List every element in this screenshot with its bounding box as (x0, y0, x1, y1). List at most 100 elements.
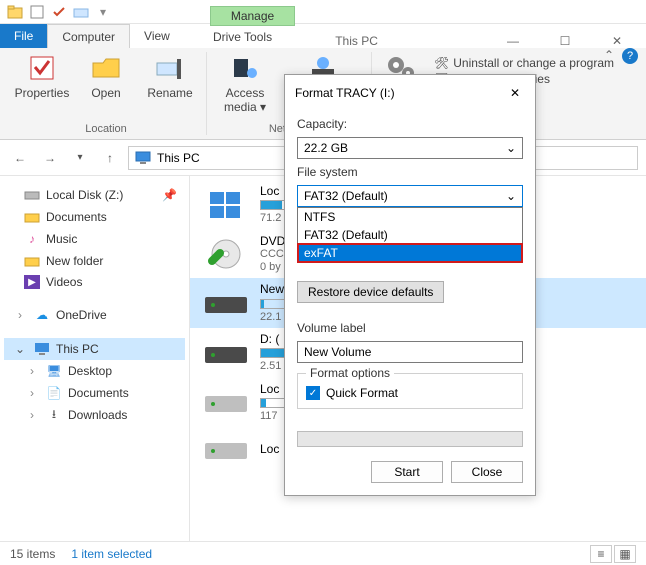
ribbon-open[interactable]: Open (78, 52, 134, 100)
capacity-label: Capacity: (297, 117, 523, 131)
properties-icon (26, 52, 58, 84)
drive-icon (202, 285, 250, 321)
view-details-button[interactable]: ≡ (590, 545, 612, 563)
restore-defaults-button[interactable]: Restore device defaults (297, 281, 444, 303)
item-sub2: 0 by (260, 261, 285, 274)
ribbon-tabs: File Computer View Manage Drive Tools Th… (0, 24, 646, 48)
volume-label-label: Volume label (297, 321, 523, 335)
window-title: This PC (335, 34, 378, 48)
explorer-icon (6, 3, 24, 21)
drive-icon (202, 335, 250, 371)
tab-computer[interactable]: Computer (47, 24, 130, 48)
format-dialog: Format TRACY (I:) ✕ Capacity: 22.2 GB ⌄ … (284, 74, 536, 496)
volume-label-value: New Volume (304, 345, 371, 359)
status-selected: 1 item selected (71, 547, 152, 561)
ribbon-rename[interactable]: Rename (142, 52, 198, 100)
capacity-value: 22.2 GB (304, 141, 348, 155)
folder-icon (24, 209, 40, 225)
media-icon (229, 52, 261, 84)
music-icon: ♪ (24, 231, 40, 247)
videos-icon: ▶ (24, 275, 40, 289)
tab-view[interactable]: View (130, 24, 184, 48)
titlebar: ▾ (0, 0, 646, 24)
format-options-legend: Format options (306, 366, 394, 380)
sidebar-item-new-folder[interactable]: New folder (4, 250, 185, 272)
status-bar: 15 items 1 item selected ≡ ▦ (0, 541, 646, 565)
sidebar-downloads[interactable]: › ⭳ Downloads (4, 404, 185, 426)
item-name: Loc (260, 442, 279, 456)
ribbon-label: Rename (147, 86, 192, 100)
chevron-right-icon: › (24, 385, 40, 401)
sidebar-item-label: Documents (68, 386, 129, 400)
ribbon-properties[interactable]: Properties (14, 52, 70, 100)
desktop-icon: 🖥 (46, 363, 62, 379)
download-icon: ⭳ (46, 407, 62, 423)
sidebar-documents-2[interactable]: › 📄 Documents (4, 382, 185, 404)
sidebar-item-documents[interactable]: Documents (4, 206, 185, 228)
uninstall-icon: 🛠 (434, 56, 449, 70)
minimize-button[interactable]: — (490, 34, 536, 48)
pc-icon (135, 151, 151, 165)
check-icon: ✓ (306, 386, 320, 400)
sidebar-item-label: Music (46, 232, 77, 246)
uninstall-link[interactable]: 🛠Uninstall or change a program (434, 56, 614, 70)
drive-icon (24, 187, 40, 203)
dialog-title: Format TRACY (I:) (295, 86, 505, 100)
filesystem-value: FAT32 (Default) (304, 189, 388, 203)
quick-format-checkbox[interactable]: ✓ Quick Format (306, 386, 514, 400)
close-button[interactable]: Close (451, 461, 523, 483)
sidebar-item-music[interactable]: ♪ Music (4, 228, 185, 250)
qat-item[interactable] (28, 3, 46, 21)
tab-file[interactable]: File (0, 24, 47, 48)
sidebar-item-label: Documents (46, 210, 107, 224)
ribbon-access-media[interactable]: Access media ▾ (215, 52, 275, 114)
folder-icon (24, 253, 40, 269)
documents-icon: 📄 (46, 385, 62, 401)
chevron-right-icon: › (24, 363, 40, 379)
nav-history-dropdown[interactable]: ▾ (68, 146, 92, 170)
sidebar-onedrive[interactable]: › ☁ OneDrive (4, 304, 185, 326)
volume-label-input[interactable]: New Volume (297, 341, 523, 363)
breadcrumb[interactable]: This PC (157, 151, 200, 165)
qat-dropdown[interactable]: ▾ (94, 3, 112, 21)
sidebar-item-local-disk[interactable]: Local Disk (Z:) 📌 (4, 184, 185, 206)
capacity-select[interactable]: 22.2 GB ⌄ (297, 137, 523, 159)
tab-drive-tools[interactable]: Drive Tools (201, 26, 284, 48)
view-large-button[interactable]: ▦ (614, 545, 636, 563)
maximize-button[interactable]: ☐ (542, 34, 588, 48)
sidebar-item-videos[interactable]: ▶ Videos (4, 272, 185, 292)
drive-icon (202, 431, 250, 467)
windows-icon (202, 187, 250, 223)
ribbon-group-label: Location (85, 123, 127, 135)
sidebar-item-label: This PC (56, 342, 99, 356)
sidebar-item-label: Downloads (68, 408, 127, 422)
tab-contextual-manage: Manage (210, 6, 295, 26)
quick-format-label: Quick Format (326, 386, 398, 400)
help-icon[interactable]: ? (622, 48, 638, 64)
sidebar-this-pc[interactable]: ⌄ This PC (4, 338, 185, 360)
chevron-right-icon: › (24, 407, 40, 423)
quick-access-toolbar: ▾ (0, 3, 118, 21)
nav-forward[interactable]: → (38, 146, 62, 170)
filesystem-select[interactable]: FAT32 (Default) ⌄ (297, 185, 523, 207)
nav-up[interactable]: ↑ (98, 146, 122, 170)
fs-option-fat32[interactable]: FAT32 (Default) (298, 226, 522, 244)
ribbon-label: Access media ▾ (215, 86, 275, 114)
filesystem-label: File system (297, 165, 523, 179)
drive-icon (202, 384, 250, 420)
ribbon-collapse-icon[interactable]: ⌃ (604, 48, 614, 64)
dialog-titlebar: Format TRACY (I:) ✕ (285, 75, 535, 111)
sidebar-item-label: Local Disk (Z:) (46, 188, 123, 202)
sidebar: Local Disk (Z:) 📌 Documents ♪ Music New … (0, 176, 190, 541)
open-folder-icon (90, 52, 122, 84)
dialog-close-button[interactable]: ✕ (505, 83, 525, 103)
start-button[interactable]: Start (371, 461, 443, 483)
filesystem-dropdown: NTFS FAT32 (Default) exFAT (297, 207, 523, 263)
rename-icon (154, 52, 186, 84)
qat-checked[interactable] (50, 3, 68, 21)
nav-back[interactable]: ← (8, 146, 32, 170)
fs-option-exfat[interactable]: exFAT (298, 244, 522, 262)
fs-option-ntfs[interactable]: NTFS (298, 208, 522, 226)
sidebar-desktop[interactable]: › 🖥 Desktop (4, 360, 185, 382)
qat-folder[interactable] (72, 3, 90, 21)
